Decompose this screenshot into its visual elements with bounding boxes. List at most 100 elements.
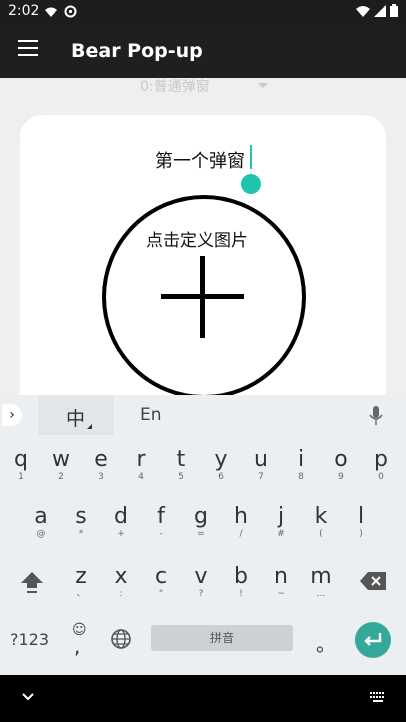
key-k[interactable]: k(	[302, 504, 340, 540]
image-picker-label: 点击定义图片	[146, 231, 248, 251]
shift-icon[interactable]	[20, 570, 44, 594]
dropdown-arrow-icon	[258, 83, 268, 88]
key-z[interactable]: z、	[62, 564, 100, 600]
key-r[interactable]: r4	[122, 447, 160, 483]
spinner-value: 0:普通弹窗	[140, 79, 210, 95]
key-w[interactable]: w2	[42, 447, 80, 483]
comma-key[interactable]: ,	[74, 634, 80, 658]
key-hint: 2	[58, 472, 64, 482]
key-i[interactable]: i8	[282, 447, 320, 483]
key-p[interactable]: p0	[362, 447, 400, 483]
key-y[interactable]: y6	[202, 447, 240, 483]
key-u[interactable]: u7	[242, 447, 280, 483]
key-label: r	[136, 447, 146, 472]
status-right-icons	[356, 4, 398, 20]
key-hint: :	[119, 589, 123, 599]
wifi-icon	[356, 6, 371, 17]
key-label: n	[274, 564, 288, 589]
popup-type-spinner[interactable]: 0:普通弹窗	[140, 76, 280, 98]
key-label: p	[374, 447, 388, 472]
key-label: z	[75, 564, 87, 589]
status-time: 2:02	[8, 3, 40, 19]
key-label: h	[234, 504, 248, 529]
hamburger-menu-icon[interactable]	[18, 40, 38, 58]
status-bar: 2:02	[0, 0, 406, 24]
key-v[interactable]: v?	[182, 564, 220, 600]
key-hint: @	[36, 529, 46, 539]
key-label: t	[176, 447, 186, 472]
key-b[interactable]: b!	[222, 564, 260, 600]
microphone-icon[interactable]	[368, 405, 384, 427]
backspace-icon[interactable]	[360, 572, 386, 590]
key-hint: 9	[338, 472, 344, 482]
plus-icon	[200, 256, 205, 338]
key-hint: (	[319, 529, 323, 539]
key-g[interactable]: g =	[182, 504, 220, 540]
key-m[interactable]: m…	[302, 564, 340, 600]
key-label: x	[114, 564, 128, 589]
key-a[interactable]: a @	[22, 505, 60, 540]
key-hint: 4	[138, 472, 144, 482]
app-title: Bear Pop-up	[71, 40, 203, 62]
wifi-alert-icon	[45, 7, 57, 17]
key-x[interactable]: x:	[102, 564, 140, 600]
key-hint: #	[277, 529, 285, 539]
key-label: g	[194, 504, 208, 529]
key-n[interactable]: n ~	[262, 564, 300, 600]
app-bar: Bear Pop-up	[0, 24, 406, 78]
navigation-bar	[0, 675, 406, 722]
key-s[interactable]: s *	[62, 505, 100, 540]
key-e[interactable]: e3	[82, 448, 120, 483]
globe-icon[interactable]	[110, 628, 132, 650]
chevron-down-icon[interactable]	[21, 690, 35, 704]
key-hint: !	[239, 589, 243, 599]
key-l[interactable]: l)	[342, 504, 380, 540]
enter-key[interactable]	[355, 622, 391, 658]
key-hint: 8	[298, 472, 304, 482]
key-d[interactable]: d +	[102, 505, 140, 540]
text-selection-handle-icon[interactable]	[241, 170, 261, 194]
keyboard-switch-icon[interactable]	[370, 692, 386, 702]
key-hint: /	[239, 529, 243, 539]
key-hint: "	[158, 589, 164, 599]
key-hint: =	[197, 529, 205, 539]
key-label: l	[357, 504, 365, 529]
key-c[interactable]: c "	[142, 565, 180, 600]
corner-triangle-icon	[87, 424, 92, 429]
key-hint: 0	[378, 472, 384, 482]
key-hint: -	[159, 529, 163, 539]
key-j[interactable]: j #	[262, 505, 300, 540]
key-label: m	[310, 564, 332, 589]
space-key[interactable]: 拼音	[151, 625, 293, 651]
language-chinese-label: 中	[66, 408, 86, 430]
key-hint: 、	[76, 589, 86, 599]
key-label: y	[214, 447, 228, 472]
period-key[interactable]: 。	[316, 628, 336, 657]
language-chinese-tab[interactable]: 中	[38, 396, 114, 435]
battery-icon	[390, 4, 398, 17]
key-hint: 6	[218, 472, 224, 482]
key-hint: )	[359, 529, 363, 539]
key-f[interactable]: f-	[142, 505, 180, 540]
key-hint: *	[78, 529, 84, 539]
popup-title-input[interactable]: 第一个弹窗	[155, 147, 245, 173]
key-q[interactable]: q1	[2, 447, 40, 483]
key-label: u	[254, 447, 268, 472]
key-h[interactable]: h /	[222, 504, 260, 540]
key-label: w	[52, 447, 70, 472]
key-t[interactable]: t5	[162, 447, 200, 483]
key-label: q	[14, 447, 28, 472]
key-o[interactable]: o9	[322, 448, 360, 483]
key-hint: …	[316, 589, 326, 599]
enter-arrow-icon	[364, 633, 382, 646]
key-label: k	[314, 504, 328, 529]
key-label: i	[297, 447, 305, 472]
key-label: b	[234, 564, 248, 589]
vpn-icon	[64, 5, 76, 18]
key-hint: ~	[277, 589, 285, 599]
key-hint: 1	[18, 472, 24, 482]
key-hint: ?	[198, 589, 204, 599]
symbols-key[interactable]: ?123	[10, 630, 49, 649]
key-label: v	[194, 564, 208, 589]
language-english-tab[interactable]: En	[140, 405, 162, 425]
